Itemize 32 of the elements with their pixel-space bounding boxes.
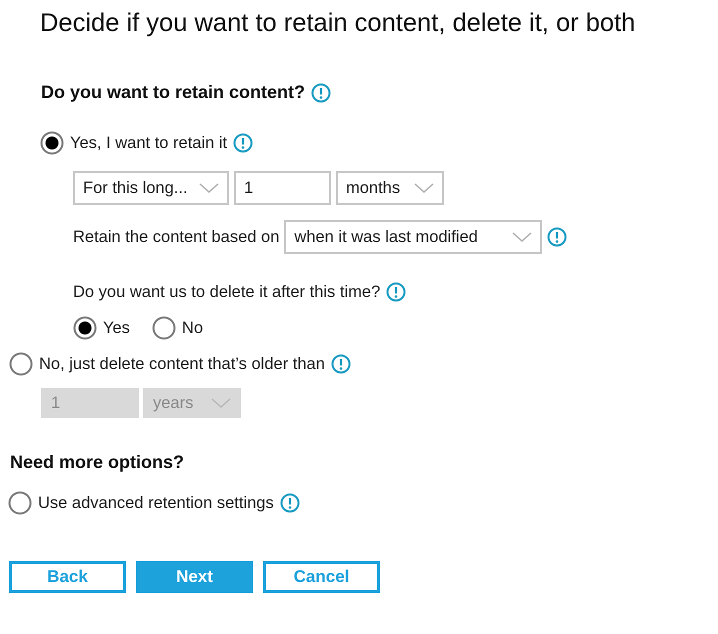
info-icon[interactable] [280,493,300,513]
radio-button[interactable] [40,131,64,155]
next-button[interactable]: Next [136,561,253,593]
radio-button[interactable] [73,316,97,340]
unit-dropdown[interactable]: months [336,171,444,205]
info-icon[interactable] [386,282,406,302]
page-title: Decide if you want to retain content, delete it, or both [40,8,636,39]
question-label: Do you want us to delete it after this time? [73,282,380,302]
section-heading: Do you want to retain content? [41,82,305,103]
section-heading: Need more options? [10,452,186,473]
chevron-down-icon [512,232,532,242]
radio-label: No [182,318,204,338]
chevron-down-icon [199,183,219,193]
info-icon[interactable] [330,354,351,374]
info-icon[interactable] [311,82,331,102]
based-on-dropdown[interactable]: when it was last modified [284,220,542,254]
chevron-down-icon [211,398,231,408]
info-icon[interactable] [547,227,568,247]
radio-label: No, just delete content that’s older than [39,354,325,374]
radio-button[interactable] [9,352,33,376]
radio-label: Use advanced retention settings [38,494,274,512]
radio-label: Yes, I want to retain it [70,134,228,152]
radio-label: Yes [103,318,130,338]
info-icon[interactable] [233,133,254,153]
wizard-button[interactable]: Cancel [263,561,380,593]
radio-button[interactable] [152,316,176,340]
field-label: Retain the content based on [73,228,280,246]
wizard-button[interactable]: Back [9,561,126,593]
chevron-down-icon [414,183,434,193]
radio-button[interactable] [8,491,32,515]
duration-field[interactable]: 1 [234,171,331,205]
duration-dropdown[interactable]: For this long... [73,171,229,205]
